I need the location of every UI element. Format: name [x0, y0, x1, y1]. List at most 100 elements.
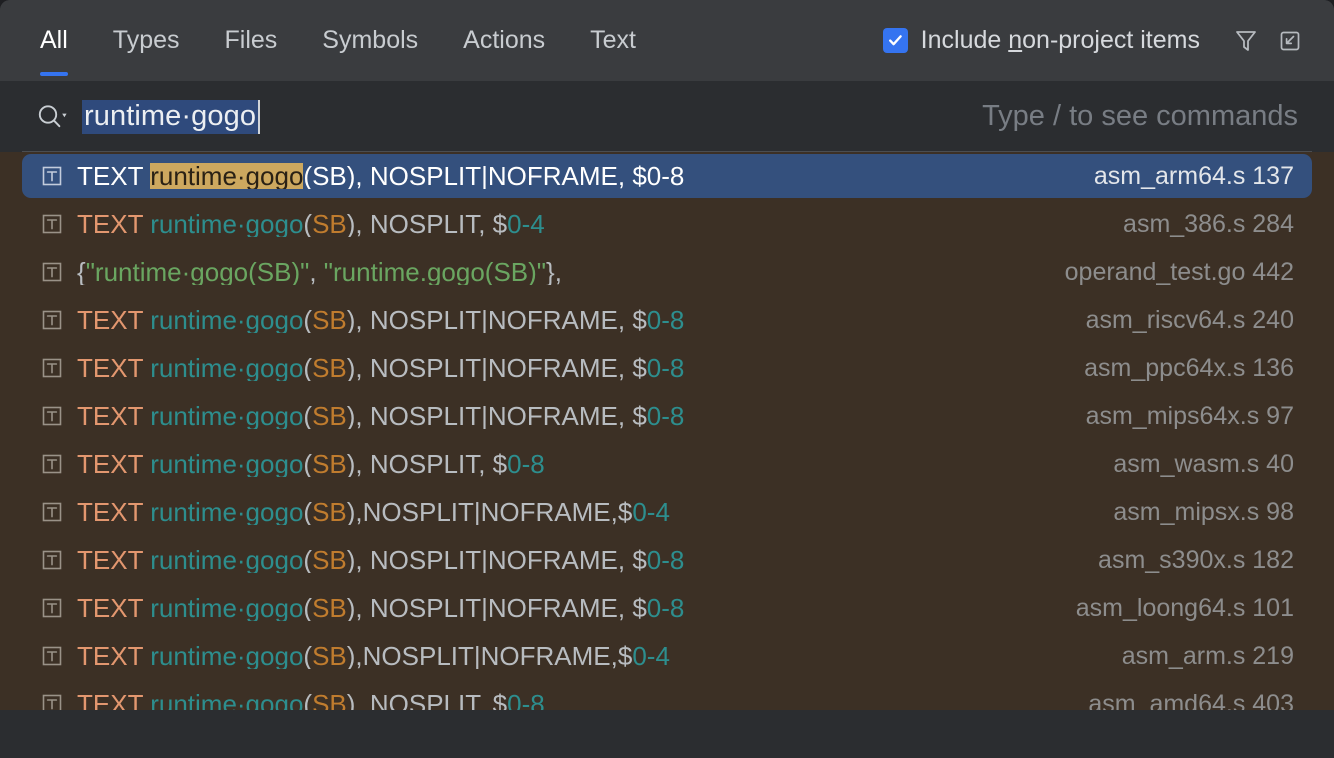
code-token-plain: ), NOSPLIT|NOFRAME, $	[347, 403, 647, 429]
result-row-inner: TEXT runtime·gogo(SB), NOSPLIT, $0-4 asm_…	[22, 202, 1312, 246]
code-token-plain: ), NOSPLIT|NOFRAME, $	[347, 595, 647, 621]
result-row[interactable]: TEXT runtime·gogo(SB), NOSPLIT, $0-8 asm_…	[0, 680, 1334, 710]
result-row-file-location: asm_ppc64x.s 136	[1084, 354, 1294, 383]
result-row-file-location: asm_386.s 284	[1123, 210, 1294, 239]
code-token-num: 0-8	[647, 163, 685, 189]
code-token-sym: runtime·gogo	[150, 211, 303, 237]
result-row[interactable]: TEXT runtime·gogo(SB),NOSPLIT|NOFRAME,$0…	[0, 488, 1334, 536]
code-token-plain: },	[546, 259, 562, 285]
code-token-num: 0-8	[507, 691, 545, 710]
result-row[interactable]: TEXT runtime·gogo(SB),NOSPLIT|NOFRAME,$0…	[0, 632, 1334, 680]
text-occurrence-icon	[40, 404, 64, 428]
result-row-file-location: asm_mips64x.s 97	[1086, 402, 1294, 431]
code-token-sb: SB	[312, 547, 347, 573]
filter-funnel-icon[interactable]	[1224, 19, 1268, 63]
search-magnifier-icon[interactable]	[36, 102, 82, 132]
result-row-text: TEXT runtime·gogo(SB), NOSPLIT|NOFRAME, …	[77, 355, 684, 381]
code-token-num: 0-4	[632, 499, 670, 525]
result-row-text: TEXT runtime·gogo(SB), NOSPLIT|NOFRAME, …	[77, 163, 684, 189]
header-right-controls: Include non-project items	[883, 0, 1312, 81]
tab-all[interactable]: All	[40, 0, 88, 81]
include-non-project-items-checkbox[interactable]: Include non-project items	[883, 26, 1200, 55]
result-row-text: TEXT runtime·gogo(SB), NOSPLIT, $0-4	[77, 211, 545, 237]
text-occurrence-icon	[40, 500, 64, 524]
active-tab-underline	[40, 72, 68, 76]
code-token-sym: runtime·gogo	[150, 643, 303, 669]
result-row-inner: TEXT runtime·gogo(SB), NOSPLIT|NOFRAME, …	[22, 538, 1312, 582]
code-token-kw: TEXT	[77, 307, 150, 333]
code-token-sb: SB	[312, 307, 347, 333]
code-token-kw: TEXT	[77, 211, 150, 237]
tab-text[interactable]: Text	[570, 0, 656, 81]
tab-files[interactable]: Files	[205, 0, 298, 81]
result-row-file-location: asm_mipsx.s 98	[1113, 498, 1294, 527]
code-token-plain: (	[303, 211, 312, 237]
code-token-sb: SB	[312, 643, 347, 669]
tab-label: Files	[225, 26, 278, 55]
code-token-num: 0-8	[647, 547, 685, 573]
code-token-num: 0-8	[647, 355, 685, 381]
result-row-text: TEXT runtime·gogo(SB), NOSPLIT, $0-8	[77, 691, 545, 710]
result-row-inner: TEXT runtime·gogo(SB),NOSPLIT|NOFRAME,$0…	[22, 490, 1312, 534]
results-list[interactable]: TEXT runtime·gogo(SB), NOSPLIT|NOFRAME, …	[0, 152, 1334, 710]
code-token-num: 0-4	[632, 643, 670, 669]
result-row-inner: TEXT runtime·gogo(SB), NOSPLIT, $0-8asm_…	[22, 442, 1312, 486]
result-row-file-location: asm_amd64.s 403	[1088, 690, 1294, 711]
text-caret	[258, 100, 260, 134]
code-token-num: 0-8	[647, 403, 685, 429]
result-row[interactable]: TEXT runtime·gogo(SB), NOSPLIT|NOFRAME, …	[0, 344, 1334, 392]
tab-label: Types	[113, 26, 180, 55]
result-row-text: TEXT runtime·gogo(SB), NOSPLIT|NOFRAME, …	[77, 307, 684, 333]
code-token-plain: (	[303, 595, 312, 621]
text-occurrence-icon	[40, 308, 64, 332]
search-commands-hint: Type / to see commands	[982, 100, 1298, 133]
checkbox-label-mnemonic: n	[1008, 26, 1022, 54]
code-token-sb: SB	[312, 499, 347, 525]
tab-bar: All Types Files Symbols Actions Text	[40, 0, 661, 81]
result-row-file-location: asm_loong64.s 101	[1076, 594, 1294, 623]
tab-actions[interactable]: Actions	[443, 0, 565, 81]
code-token-plain: ), NOSPLIT|NOFRAME, $	[347, 355, 647, 381]
code-token-kw: TEXT	[77, 691, 150, 710]
code-token-plain: (	[303, 547, 312, 573]
code-token-plain: (	[303, 307, 312, 333]
result-row[interactable]: TEXT runtime·gogo(SB), NOSPLIT|NOFRAME, …	[0, 392, 1334, 440]
result-row-text: TEXT runtime·gogo(SB),NOSPLIT|NOFRAME,$0…	[77, 499, 670, 525]
code-token-plain: ), NOSPLIT, $	[347, 451, 507, 477]
code-token-sym: runtime·gogo	[150, 451, 303, 477]
result-row[interactable]: TEXT runtime·gogo(SB), NOSPLIT|NOFRAME, …	[0, 584, 1334, 632]
result-row-file-location: asm_s390x.s 182	[1098, 546, 1294, 575]
code-token-str: "runtime·gogo(SB)"	[86, 259, 310, 285]
search-bar[interactable]: runtime·gogo Type / to see commands	[0, 81, 1334, 152]
code-token-kw: TEXT	[77, 355, 150, 381]
result-row[interactable]: TEXT runtime·gogo(SB), NOSPLIT|NOFRAME, …	[0, 536, 1334, 584]
code-token-plain: (	[303, 403, 312, 429]
code-token-sym: runtime·gogo	[150, 499, 303, 525]
tab-label: Symbols	[322, 26, 418, 55]
result-row-inner: TEXT runtime·gogo(SB), NOSPLIT|NOFRAME, …	[22, 394, 1312, 438]
tab-label: Actions	[463, 26, 545, 55]
result-row[interactable]: TEXT runtime·gogo(SB), NOSPLIT|NOFRAME, …	[0, 152, 1334, 200]
result-row-file-location: asm_wasm.s 40	[1113, 450, 1294, 479]
code-token-sym: runtime·gogo	[150, 403, 303, 429]
code-token-num: 0-8	[647, 307, 685, 333]
open-in-find-window-icon[interactable]	[1268, 19, 1312, 63]
code-token-plain: (	[303, 451, 312, 477]
code-token-sym: runtime·gogo	[150, 691, 303, 710]
result-row[interactable]: {"runtime·gogo(SB)", "runtime.gogo(SB)"}…	[0, 248, 1334, 296]
tab-symbols[interactable]: Symbols	[302, 0, 438, 81]
checkbox-box-checked[interactable]	[883, 28, 908, 53]
result-row-inner: TEXT runtime·gogo(SB),NOSPLIT|NOFRAME,$0…	[22, 634, 1312, 678]
result-row[interactable]: TEXT runtime·gogo(SB), NOSPLIT, $0-8asm_…	[0, 440, 1334, 488]
code-token-plain: ), NOSPLIT, $	[347, 691, 507, 710]
text-occurrence-icon	[40, 596, 64, 620]
tab-types[interactable]: Types	[93, 0, 200, 81]
code-token-kw: TEXT	[77, 595, 150, 621]
code-token-sym: runtime·gogo	[150, 307, 303, 333]
result-row[interactable]: TEXT runtime·gogo(SB), NOSPLIT, $0-4 asm_…	[0, 200, 1334, 248]
search-input[interactable]: runtime·gogo	[82, 100, 258, 134]
checkbox-label: Include non-project items	[921, 26, 1200, 55]
code-token-match: runtime·gogo	[150, 163, 303, 189]
code-token-sb: SB	[312, 355, 347, 381]
result-row[interactable]: TEXT runtime·gogo(SB), NOSPLIT|NOFRAME, …	[0, 296, 1334, 344]
